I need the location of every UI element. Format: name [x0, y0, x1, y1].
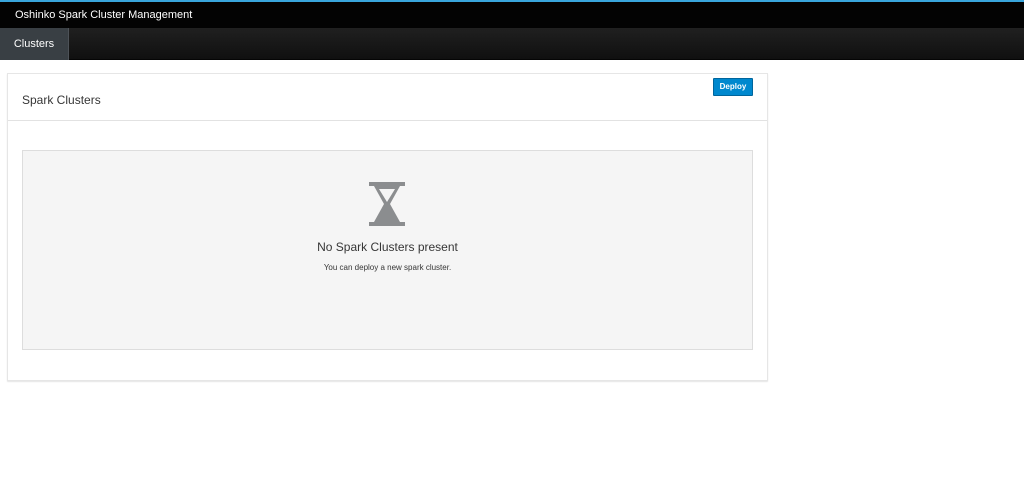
- tab-clusters[interactable]: Clusters: [0, 28, 69, 60]
- app-header: Oshinko Spark Cluster Management: [0, 0, 1024, 28]
- empty-state: No Spark Clusters present You can deploy…: [22, 150, 753, 350]
- nav-bar: Clusters: [0, 28, 1024, 60]
- deploy-button[interactable]: Deploy: [713, 78, 753, 96]
- empty-state-title: No Spark Clusters present: [317, 240, 458, 254]
- empty-state-subtitle: You can deploy a new spark cluster.: [323, 263, 452, 272]
- panel-title: Spark Clusters: [22, 93, 101, 107]
- hourglass-icon: [369, 182, 405, 226]
- panel-header: Spark Clusters: [8, 74, 767, 121]
- app-title: Oshinko Spark Cluster Management: [15, 9, 193, 21]
- spark-clusters-panel: Spark Clusters Deploy No Spark Clusters …: [7, 73, 768, 381]
